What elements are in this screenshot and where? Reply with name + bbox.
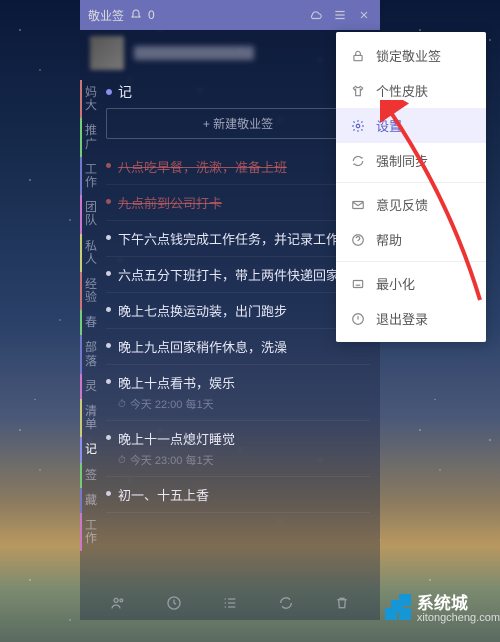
sidebar-tab[interactable]: 藏 — [80, 488, 100, 513]
menu-feedback[interactable]: 意见反馈 — [336, 187, 486, 222]
sidebar-tab[interactable]: 工作 — [80, 157, 100, 195]
exit-icon — [350, 311, 366, 327]
hamburger-menu-icon[interactable] — [332, 7, 348, 23]
sidebar-tab[interactable]: 清单 — [80, 399, 100, 437]
menu-settings[interactable]: 设置 — [336, 108, 486, 143]
watermark-logo-icon — [385, 594, 411, 620]
checklist-icon[interactable] — [221, 594, 239, 612]
bottom-toolbar — [80, 586, 380, 620]
close-icon[interactable] — [356, 7, 372, 23]
note-item[interactable]: 晚上七点换运动装，出门跑步 — [106, 293, 370, 329]
new-note-input[interactable]: + 新建敬业签 — [106, 108, 370, 139]
sidebar-tab[interactable]: 私人 — [80, 234, 100, 272]
app-window: 敬业签 0 妈大 推广 工作 团队 私人 经验 春 部落 灵 — [80, 0, 380, 620]
menu-help[interactable]: 帮助 — [336, 222, 486, 257]
sidebar: 妈大 推广 工作 团队 私人 经验 春 部落 灵 清单 记 签 藏 工作 — [80, 76, 100, 620]
clock-icon[interactable] — [165, 594, 183, 612]
menu-sync[interactable]: 强制同步 — [336, 143, 486, 178]
note-item[interactable]: 九点前到公司打卡 — [106, 185, 370, 221]
help-icon — [350, 232, 366, 248]
sidebar-tab[interactable]: 签 — [80, 463, 100, 488]
bell-icon[interactable] — [130, 9, 142, 21]
section-title: 记 — [106, 80, 370, 108]
sidebar-tab[interactable]: 工作 — [80, 513, 100, 551]
watermark: 系统城 xitongcheng.com — [385, 589, 500, 624]
menu-separator — [336, 182, 486, 183]
watermark-url: xitongcheng.com — [417, 612, 500, 624]
notif-count: 0 — [148, 8, 155, 22]
sidebar-tab[interactable]: 部落 — [80, 335, 100, 373]
cloud-sync-icon[interactable] — [308, 7, 324, 23]
sidebar-tab[interactable]: 春 — [80, 310, 100, 335]
sidebar-tab[interactable]: 记 — [80, 437, 100, 462]
note-item[interactable]: 晚上十点看书，娱乐 今天 22:00 每1天 — [106, 365, 370, 421]
menu-lock[interactable]: 锁定敬业签 — [336, 38, 486, 73]
note-item[interactable]: 六点五分下班打卡，带上两件快递回家。 — [106, 257, 370, 293]
titlebar: 敬业签 0 — [80, 0, 380, 30]
refresh-icon[interactable] — [277, 594, 295, 612]
note-item[interactable]: 初一、十五上香 — [106, 477, 370, 513]
settings-menu: 锁定敬业签 个性皮肤 设置 强制同步 意见反馈 帮助 最小化 退出登录 — [336, 32, 486, 342]
watermark-name: 系统城 — [417, 594, 468, 613]
menu-skin[interactable]: 个性皮肤 — [336, 73, 486, 108]
sidebar-tab[interactable]: 灵 — [80, 374, 100, 399]
app-name: 敬业签 — [88, 7, 124, 24]
trash-icon[interactable] — [333, 594, 351, 612]
menu-minimize[interactable]: 最小化 — [336, 266, 486, 301]
minimize-icon — [350, 276, 366, 292]
sidebar-tab[interactable]: 推广 — [80, 118, 100, 156]
mail-icon — [350, 197, 366, 213]
gear-icon — [350, 118, 366, 134]
username — [134, 46, 254, 60]
note-item[interactable]: 晚上十一点熄灯睡觉 今天 23:00 每1天 — [106, 421, 370, 477]
sidebar-tab[interactable]: 团队 — [80, 195, 100, 233]
avatar[interactable] — [90, 36, 124, 70]
note-item[interactable]: 下午六点钱完成工作任务，并记录工作 — [106, 221, 370, 257]
menu-logout[interactable]: 退出登录 — [336, 301, 486, 336]
note-reminder: 今天 22:00 每1天 — [118, 396, 370, 412]
sidebar-tab[interactable]: 经验 — [80, 272, 100, 310]
sync-icon — [350, 153, 366, 169]
note-reminder: 今天 23:00 每1天 — [118, 452, 370, 468]
menu-separator — [336, 261, 486, 262]
contacts-icon[interactable] — [109, 594, 127, 612]
sidebar-tab[interactable]: 妈大 — [80, 80, 100, 118]
shirt-icon — [350, 83, 366, 99]
note-item[interactable]: 八点吃早餐，洗漱，准备上班 — [106, 149, 370, 185]
profile-bar — [80, 30, 380, 76]
lock-icon — [350, 48, 366, 64]
note-item[interactable]: 晚上九点回家稍作休息，洗澡 — [106, 329, 370, 365]
